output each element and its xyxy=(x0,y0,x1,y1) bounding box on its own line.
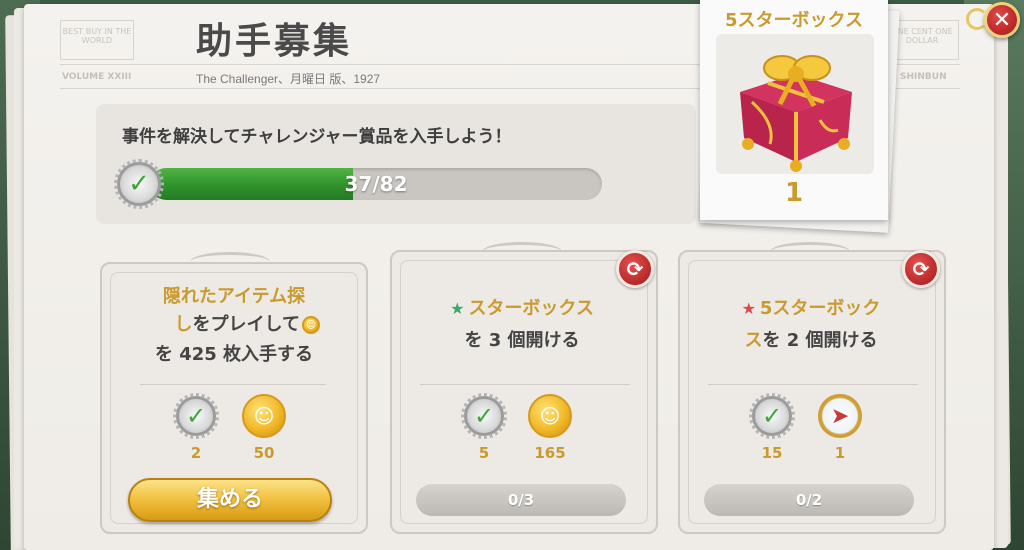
task1-line2: しをプレイして xyxy=(130,310,310,340)
task3-line2-text: を 2 個開ける xyxy=(762,330,878,351)
refresh-icon: ⟳ xyxy=(626,257,644,281)
task1-line1: 隠れたアイテム探 xyxy=(162,286,306,307)
close-icon: ✕ xyxy=(992,7,1012,33)
refresh-button[interactable]: ⟳ xyxy=(902,250,940,288)
task2-reward2-value: 165 xyxy=(534,444,566,462)
collect-button[interactable]: 集める xyxy=(128,478,332,522)
task1-line2-text: をプレイして xyxy=(192,314,300,335)
red-star-icon: ★ xyxy=(741,299,756,318)
task3-line1-text: 5スターボック xyxy=(759,298,881,319)
progress-caption: 事件を解決してチャレンジャー賞品を入手しよう！ xyxy=(122,127,512,147)
task3-progress-pill: 0/2 xyxy=(704,484,914,516)
prize-image-frame xyxy=(716,34,874,174)
coin-icon: ☺ xyxy=(302,316,320,334)
task2-progress-pill: 0/3 xyxy=(416,484,626,516)
page-title: 助手募集 xyxy=(196,21,353,62)
task3-reward2-value: 1 xyxy=(834,444,846,462)
task2-line1-text: スターボックス xyxy=(468,298,594,319)
task3-divider xyxy=(708,384,918,385)
task2-line2: を 3 個開ける xyxy=(464,330,580,351)
green-star-icon: ★ xyxy=(450,299,465,318)
check-badge-icon: ✓ xyxy=(173,393,219,439)
check-badge-icon: ✓ xyxy=(114,159,164,209)
close-button[interactable]: ✕ xyxy=(984,2,1020,38)
task1-reward1-value: 2 xyxy=(190,444,202,462)
task1-line3: を 425 枚入手する xyxy=(154,344,314,365)
page-subtitle: The Challenger、月曜日 版、1927 xyxy=(196,72,381,86)
task2-divider xyxy=(420,384,630,385)
coin-icon: ☺ xyxy=(242,394,286,438)
refresh-button[interactable]: ⟳ xyxy=(616,250,654,288)
check-badge-icon: ✓ xyxy=(461,393,507,439)
task1-line2-gold: し xyxy=(174,314,193,335)
task3-line1: ★ 5スターボック xyxy=(700,294,922,324)
gift-box-icon xyxy=(740,55,852,172)
prize-count: 1 xyxy=(784,178,804,208)
coin-icon: ☺ xyxy=(528,394,572,438)
task3-reward1-value: 15 xyxy=(761,444,783,462)
task1-divider xyxy=(140,384,326,385)
masthead-left-text: BEST BUY IN THE WORLD xyxy=(62,27,132,45)
prize-title: 5スターボックス xyxy=(725,10,863,31)
task3-line2: スを 2 個開ける xyxy=(700,326,922,356)
masthead-left-box: BEST BUY IN THE WORLD xyxy=(60,20,134,60)
strip-left-text: VOLUME XXIII xyxy=(62,72,132,82)
task1-reward2-value: 50 xyxy=(253,444,275,462)
progress-bar-text: 37/82 xyxy=(344,172,408,196)
strip-right-text: SHINBUN xyxy=(900,72,947,82)
task2-line1: ★ スターボックス xyxy=(412,294,632,324)
task2-reward1-value: 5 xyxy=(478,444,490,462)
masthead-right-text: ONE CENT ONE DOLLAR xyxy=(891,27,953,45)
task3-line2-gold: ス xyxy=(744,330,763,351)
compass-icon: ➤ xyxy=(818,394,862,438)
check-badge-icon: ✓ xyxy=(749,393,795,439)
refresh-icon: ⟳ xyxy=(912,257,930,281)
